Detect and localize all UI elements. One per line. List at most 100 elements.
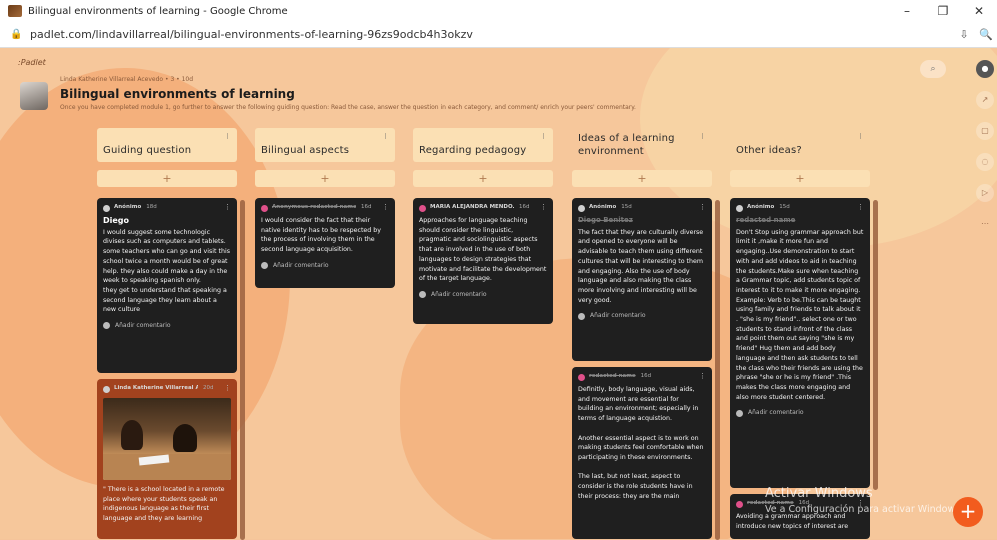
add-comment-button[interactable]: Añadir comentario [736,408,864,418]
add-post-button[interactable]: + [255,170,395,187]
column-learning-environment: Ideas of a learning environment ⁝ + [572,128,712,187]
more-horizontal-icon[interactable]: ⋯ [976,215,994,233]
add-comment-button[interactable]: Añadir comentario [419,290,547,300]
add-post-button[interactable]: + [572,170,712,187]
padlet-logo[interactable]: :Padlet [18,58,46,67]
more-vertical-icon[interactable]: ⁝ [859,132,862,141]
post-time: 16d [361,204,372,211]
board-description: Once you have completed module 1, go fur… [60,104,636,111]
more-vertical-icon[interactable]: ⋮ [224,203,231,213]
post-body: Approaches for language teaching should … [419,217,547,283]
column-scrollbar[interactable] [715,200,720,540]
side-rail: ● ↗ ▢ ◌ ▷ ⋯ [976,60,996,246]
post-author: redacted name [589,373,636,380]
more-vertical-icon[interactable]: ⁝ [226,132,229,141]
post-body: Definitly, body language, visual aids, a… [578,386,704,500]
lock-icon: 🔒 [10,29,23,40]
post-time: 20d [203,385,214,392]
post-title: Diego Benitez [578,216,633,224]
post-card[interactable]: redacted name 16d ⋮ Definitly, body lang… [572,367,712,539]
more-vertical-icon[interactable]: ⋮ [540,203,547,213]
more-vertical-icon[interactable]: ⁝ [701,132,704,141]
minimize-button[interactable]: – [889,4,925,18]
restore-button[interactable]: ❐ [925,4,961,18]
avatar [103,385,110,393]
post-card[interactable]: Anonymous redacted name 16d ⋮ I would co… [255,198,395,288]
post-time: 18d [146,204,157,211]
column-title: Regarding pedagogy [419,145,527,156]
comment-icon [736,409,743,417]
post-body: I would suggest some technologic divises… [103,228,231,314]
avatar [419,204,426,212]
post-author: Anonymous redacted name [272,204,356,211]
address-bar[interactable]: 🔒 padlet.com/lindavillarreal/bilingual-e… [0,22,997,48]
avatar [261,204,268,212]
zoom-icon[interactable]: 🔍 [975,28,997,41]
add-comment-button[interactable]: Añadir comentario [103,321,231,331]
column-scrollbar[interactable] [873,200,878,490]
comment-icon [578,312,585,320]
column-header: Regarding pedagogy ⁝ [413,128,553,162]
add-post-button[interactable]: + [413,170,553,187]
url-text[interactable]: padlet.com/lindavillarreal/bilingual-env… [30,28,953,41]
post-author: Anónimo [747,204,775,211]
post-header: MARIA ALEJANDRA MENDO... 16d ⋮ [419,203,547,213]
window-title: Bilingual environments of learning - Goo… [28,5,288,17]
board-title: Bilingual environments of learning [60,87,295,101]
post-card[interactable]: Anónimo 18d ⋮ Diego I would suggest some… [97,198,237,373]
avatar [736,204,743,212]
post-header: Anónimo 15d ⋮ [578,203,706,213]
more-vertical-icon[interactable]: ⋮ [857,203,864,213]
more-vertical-icon[interactable]: ⁝ [542,132,545,141]
install-app-icon[interactable]: ⇩ [953,28,975,41]
column-scrollbar[interactable] [240,200,245,540]
post-header: Linda Katherine Villarreal Ac... 20d ⋮ [103,384,231,394]
add-comment-button[interactable]: Añadir comentario [261,261,389,271]
post-header: Anónimo 18d ⋮ [103,203,231,213]
post-author: MARIA ALEJANDRA MENDO... [430,204,514,211]
post-card[interactable]: Linda Katherine Villarreal Ac... 20d ⋮ "… [97,379,237,539]
post-time: 15d [621,204,632,211]
profile-icon[interactable]: ● [976,60,994,78]
share-icon[interactable]: ↗ [976,91,994,109]
add-post-button[interactable]: + [730,170,870,187]
more-vertical-icon[interactable]: ⋮ [382,203,389,213]
post-time: 16d [519,204,530,211]
post-body: " There is a school located in a remote … [103,486,225,523]
post-time: 15d [779,204,790,211]
search-icon: ⌕ [930,64,936,74]
more-vertical-icon[interactable]: ⁝ [384,132,387,141]
more-vertical-icon[interactable]: ⋮ [699,203,706,213]
column-header: Guiding question ⁝ [97,128,237,162]
column-title: Guiding question [103,145,192,156]
avatar [578,373,585,381]
column-header: Bilingual aspects ⁝ [255,128,395,162]
add-post-button[interactable]: + [97,170,237,187]
avatar [736,500,743,508]
windows-activation-text: Ve a Configuración para activar Windows. [765,504,964,515]
remake-icon[interactable]: ◌ [976,153,994,171]
column-header: Ideas of a learning environment ⁝ [572,128,712,162]
add-post-fab[interactable]: + [953,497,983,527]
browser-titlebar: Bilingual environments of learning - Goo… [0,0,997,22]
post-body: Don't Stop using grammar approach but li… [736,228,864,401]
settings-icon[interactable]: ▢ [976,122,994,140]
slideshow-icon[interactable]: ▷ [976,184,994,202]
column-header: Other ideas? ⁝ [730,128,870,162]
post-header: Anónimo 15d ⋮ [736,203,864,213]
board-meta: Linda Katherine Villarreal Acevedo • 3 •… [60,76,194,83]
search-button[interactable]: ⌕ [920,60,946,78]
post-author: Anónimo [114,204,142,211]
board-avatar [20,82,48,110]
post-card[interactable]: Anónimo 15d ⋮ Diego Benitez The fact tha… [572,198,712,361]
post-header: Anonymous redacted name 16d ⋮ [261,203,389,213]
more-vertical-icon[interactable]: ⋮ [699,372,706,382]
post-card[interactable]: Anónimo 15d ⋮ redacted name Don't Stop u… [730,198,870,488]
more-vertical-icon[interactable]: ⋮ [224,384,231,394]
add-comment-button[interactable]: Añadir comentario [578,311,706,321]
post-image[interactable] [103,398,231,480]
close-button[interactable]: ✕ [961,4,997,18]
post-card[interactable]: MARIA ALEJANDRA MENDO... 16d ⋮ Approache… [413,198,553,324]
column-title: Bilingual aspects [261,145,350,156]
avatar [103,204,110,212]
